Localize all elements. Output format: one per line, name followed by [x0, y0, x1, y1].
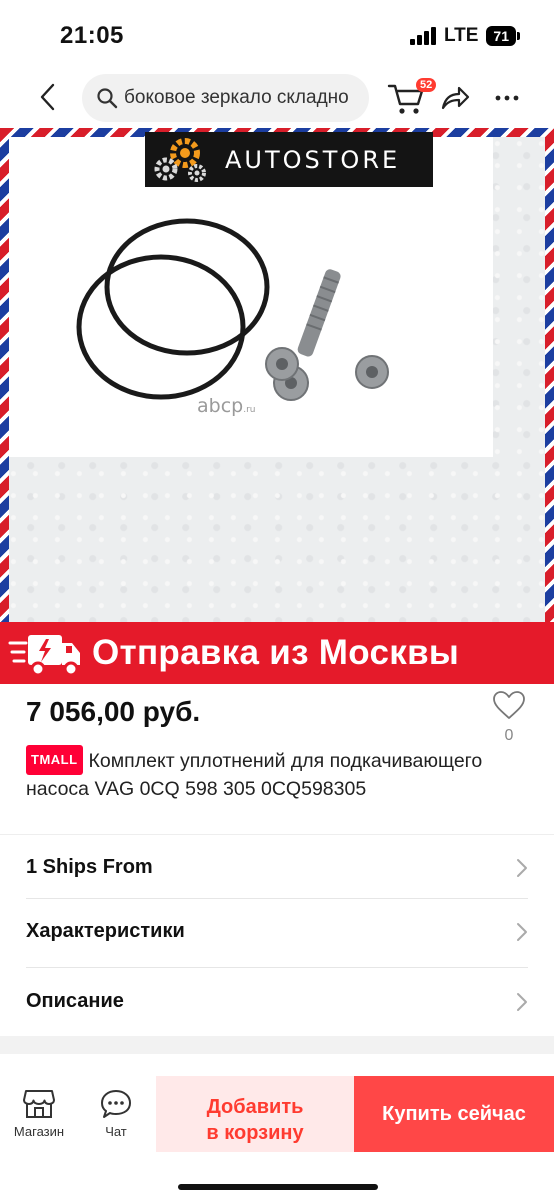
section-gap — [0, 1036, 554, 1054]
status-bar: 21:05 LTE 71 — [0, 0, 554, 70]
favorites-count: 0 — [504, 727, 514, 744]
status-indicators: LTE 71 — [409, 25, 520, 47]
product-title: TMALL Комплект уплотнений для подкачивающ… — [26, 745, 536, 803]
delivery-truck-icon — [8, 635, 80, 677]
shipping-banner-text: Отправка из Москвы — [92, 633, 460, 672]
signal-icon — [409, 27, 436, 45]
chat-icon — [101, 1090, 131, 1118]
characteristics-label: Характеристики — [26, 919, 185, 942]
product-image[interactable]: abcp.ru AUTOSTORE Отправка из Москвы — [0, 128, 554, 684]
more-icon[interactable] — [494, 88, 520, 108]
favorite-button[interactable]: 0 — [488, 690, 530, 744]
store-tab-label: Магазин — [13, 1124, 65, 1139]
description-row[interactable]: Описание — [0, 970, 554, 1032]
add-to-cart-line1: Добавить — [206, 1096, 304, 1118]
share-icon[interactable] — [440, 84, 470, 112]
row-divider — [26, 967, 528, 968]
store-logo: AUTOSTORE — [145, 132, 433, 187]
product-price: 7 056,00 руб. — [26, 696, 201, 727]
gears-icon — [154, 137, 206, 182]
store-icon — [23, 1090, 55, 1118]
ships-from-row[interactable]: 1 Ships From — [0, 836, 554, 898]
chevron-right-icon — [517, 859, 527, 877]
ships-from-label: 1 Ships From — [26, 855, 153, 878]
product-title-text: Комплект уплотнений для подкачивающего н… — [26, 750, 483, 800]
characteristics-row[interactable]: Характеристики — [0, 900, 554, 962]
search-icon — [97, 88, 118, 109]
section-divider — [0, 834, 554, 835]
search-input[interactable]: боковое зеркало складно — [82, 74, 369, 122]
store-tab[interactable]: Магазин — [4, 1088, 74, 1139]
buy-now-button[interactable]: Купить сейчас — [354, 1076, 554, 1152]
heart-icon — [493, 691, 525, 719]
status-time: 21:05 — [60, 22, 124, 49]
description-label: Описание — [26, 989, 124, 1012]
battery-icon: 71 — [486, 26, 520, 46]
chevron-right-icon — [517, 923, 527, 941]
top-nav: боковое зеркало складно 52 — [0, 70, 554, 128]
back-arrow-icon[interactable] — [34, 82, 64, 112]
tmall-badge: TMALL — [26, 745, 83, 775]
row-divider — [26, 898, 528, 899]
chevron-right-icon — [517, 993, 527, 1011]
chat-tab[interactable]: Чат — [81, 1088, 151, 1139]
add-to-cart-button[interactable]: Добавить в корзину — [156, 1076, 354, 1152]
search-query: боковое зеркало складно — [124, 87, 349, 108]
chat-tab-label: Чат — [105, 1124, 127, 1139]
shipping-banner: Отправка из Москвы — [0, 622, 554, 684]
cart-count-badge: 52 — [416, 78, 437, 92]
bolt-heads-illustration — [265, 347, 389, 389]
home-indicator — [178, 1184, 378, 1190]
watermark-logo: abcp.ru — [197, 395, 256, 417]
bottom-action-bar: Магазин Чат Добавить в корзину Купить се… — [0, 1054, 554, 1200]
add-to-cart-line2: в корзину — [206, 1122, 304, 1144]
network-type: LTE — [443, 25, 479, 46]
store-logo-text: AUTOSTORE — [225, 145, 401, 174]
